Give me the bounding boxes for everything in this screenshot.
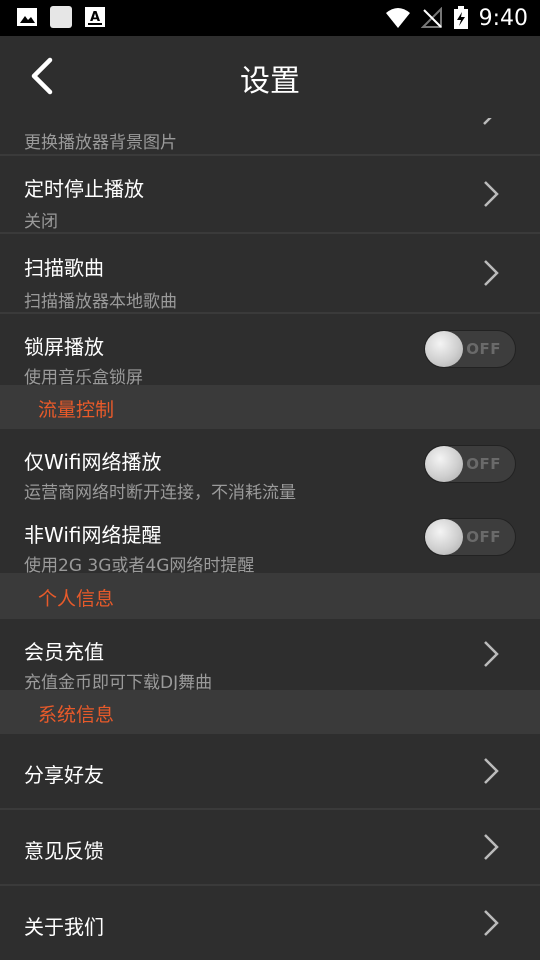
toggle-knob (425, 519, 463, 555)
section-header-traffic: 流量控制 (0, 385, 540, 429)
list-item-bg-change[interactable]: 更换播放器背景图片 (0, 111, 540, 154)
list-item-subtitle: 更换播放器背景图片 (24, 133, 177, 153)
wifi-only-toggle[interactable]: OFF (424, 445, 516, 483)
list-item-title: 定时停止播放 (24, 177, 144, 201)
chevron-right-icon (484, 641, 499, 667)
list-item-lockscreen: 锁屏播放 使用音乐盒锁屏 OFF (0, 314, 540, 388)
list-item-non-wifi-alert: 非Wifi网络提醒 使用2G 3G或者4G网络时提醒 OFF (0, 501, 540, 576)
list-item-title: 关于我们 (24, 915, 104, 939)
chevron-right-icon (484, 834, 499, 860)
section-title: 个人信息 (38, 588, 115, 610)
list-item-scan-songs[interactable]: 扫描歌曲 扫描播放器本地歌曲 (0, 234, 540, 312)
list-item-subtitle: 扫描播放器本地歌曲 (24, 292, 177, 312)
list-item-subtitle: 运营商网络时断开连接，不消耗流量 (24, 483, 296, 503)
list-item-share-friends[interactable]: 分享好友 (0, 734, 540, 808)
list-item-title: 分享好友 (24, 763, 104, 787)
chevron-right-icon (484, 910, 499, 936)
list-item-timer-stop[interactable]: 定时停止播放 关闭 (0, 156, 540, 232)
lockscreen-toggle[interactable]: OFF (424, 330, 516, 368)
app-header: 设置 (0, 36, 540, 118)
chevron-right-icon (484, 181, 499, 207)
section-header-system: 系统信息 (0, 690, 540, 734)
page-title: 设置 (240, 64, 300, 99)
section-title: 系统信息 (38, 704, 115, 726)
list-item-title: 意见反馈 (24, 839, 104, 863)
chevron-right-icon (484, 260, 499, 286)
settings-list: 更换播放器背景图片 定时停止播放 关闭 扫描歌曲 扫描播放器本地歌曲 锁屏播放 … (0, 0, 540, 960)
toggle-knob (425, 446, 463, 482)
toggle-state: OFF (466, 528, 501, 546)
list-item-about-us[interactable]: 关于我们 (0, 886, 540, 960)
list-item-title: 非Wifi网络提醒 (24, 523, 162, 547)
list-item-title: 会员充值 (24, 640, 104, 664)
non-wifi-alert-toggle[interactable]: OFF (424, 518, 516, 556)
chevron-right-icon (484, 758, 499, 784)
list-item-title: 仅Wifi网络播放 (24, 450, 162, 474)
list-item-title: 扫描歌曲 (24, 256, 104, 280)
toggle-knob (425, 331, 463, 367)
section-header-personal: 个人信息 (0, 573, 540, 619)
list-item-vip-recharge[interactable]: 会员充值 充值金币即可下载DJ舞曲 (0, 619, 540, 693)
list-item-subtitle: 关闭 (24, 212, 58, 232)
list-item-title: 锁屏播放 (24, 335, 104, 359)
list-item-wifi-only: 仅Wifi网络播放 运营商网络时断开连接，不消耗流量 OFF (0, 429, 540, 503)
toggle-state: OFF (466, 455, 501, 473)
list-item-feedback[interactable]: 意见反馈 (0, 810, 540, 884)
section-title: 流量控制 (38, 399, 115, 421)
toggle-state: OFF (466, 340, 501, 358)
